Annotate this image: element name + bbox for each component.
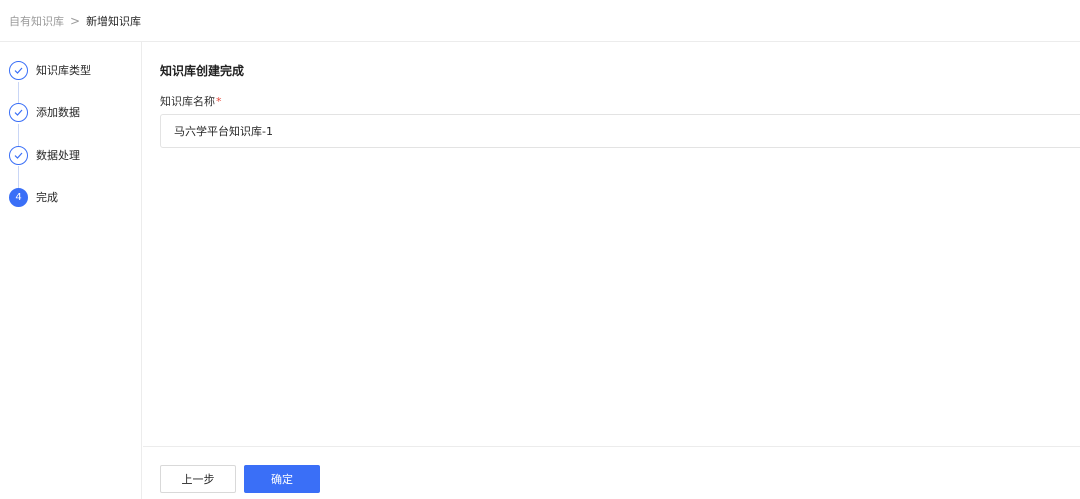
check-icon [9,60,28,80]
main-panel: 知识库创建完成 知识库名称* [143,42,1080,446]
step-item-add-data: 添加数据 [9,102,80,122]
confirm-button[interactable]: 确定 [244,465,320,493]
step-sidebar: 知识库类型 添加数据 数据处理 4 完成 [0,42,142,499]
footer-bar: 上一步 确定 [143,446,1080,499]
step-connector [18,166,19,188]
required-mark: * [216,95,222,108]
kb-name-label: 知识库名称* [160,93,222,109]
page-title: 知识库创建完成 [160,64,245,78]
breadcrumb: 自有知识库 > 新增知识库 [0,0,1080,42]
kb-name-input[interactable] [160,114,1080,148]
step-number-badge: 4 [9,187,28,207]
step-label: 知识库类型 [36,64,91,77]
step-label: 完成 [36,191,58,204]
step-item-finish: 4 完成 [9,187,58,207]
step-label: 添加数据 [36,106,80,119]
previous-step-button[interactable]: 上一步 [160,465,236,493]
breadcrumb-parent-link[interactable]: 自有知识库 [9,13,64,29]
check-icon [9,145,28,165]
step-item-data-processing: 数据处理 [9,145,80,165]
step-item-kb-type: 知识库类型 [9,60,91,80]
breadcrumb-separator: > [70,13,81,28]
kb-name-label-text: 知识库名称 [160,95,215,108]
breadcrumb-current: 新增知识库 [86,14,142,28]
check-icon [9,102,28,122]
step-label: 数据处理 [36,149,80,162]
